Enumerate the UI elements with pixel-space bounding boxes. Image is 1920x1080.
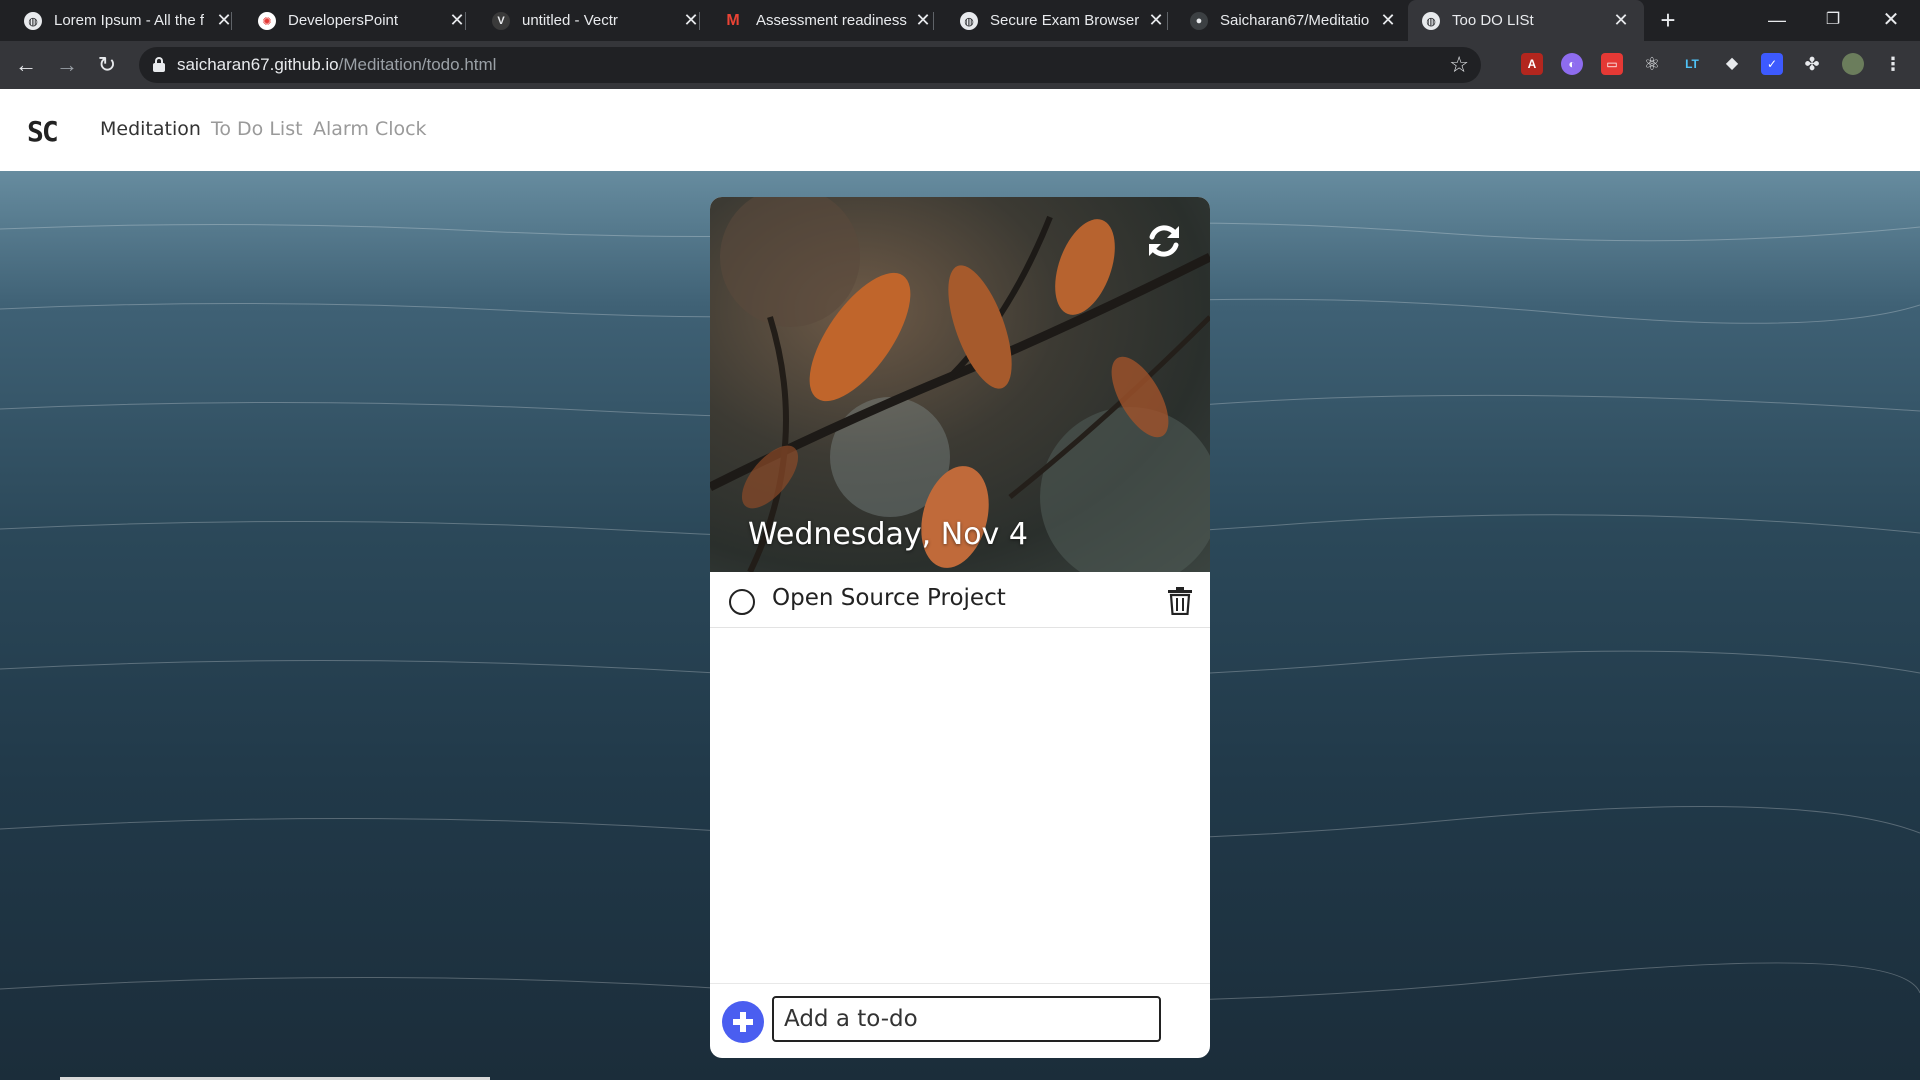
todo-card: Wednesday, Nov 4 Open Source Project xyxy=(710,197,1210,1058)
tab-title: Saicharan67/Meditatio xyxy=(1220,12,1370,29)
globe-icon: ◍ xyxy=(1422,12,1440,30)
url-host: saicharan67.github.io xyxy=(177,55,339,74)
extensions-puzzle-icon[interactable]: ✤ xyxy=(1801,53,1823,75)
header-image: Wednesday, Nov 4 xyxy=(710,197,1210,572)
close-tab-icon[interactable]: ✕ xyxy=(1378,10,1398,30)
extension-icon[interactable]: ▭ xyxy=(1601,53,1623,75)
browser-tab-bar: ◍ Lorem Ipsum - All the f ✕ ✺ Developers… xyxy=(0,0,1920,41)
nav-link-meditation[interactable]: Meditation xyxy=(100,118,201,140)
close-tab-icon[interactable]: ✕ xyxy=(1146,10,1166,30)
browser-tab[interactable]: ◍ Secure Exam Browser ✕ xyxy=(934,0,1168,41)
close-tab-icon[interactable]: ✕ xyxy=(913,10,933,30)
browser-tab[interactable]: ● Saicharan67/Meditatio ✕ xyxy=(1168,0,1408,41)
github-icon: ● xyxy=(1190,12,1208,30)
vectr-icon: V xyxy=(492,12,510,30)
todo-checkbox[interactable] xyxy=(729,589,755,615)
react-devtools-icon[interactable]: ⚛ xyxy=(1641,53,1663,75)
forward-button[interactable]: → xyxy=(53,51,81,79)
extension-icon[interactable]: ◆ xyxy=(1721,53,1743,75)
autumn-leaves-image xyxy=(710,197,1210,572)
browser-tab[interactable]: M Assessment readiness ✕ xyxy=(700,0,934,41)
todo-item: Open Source Project xyxy=(710,572,1210,628)
add-todo-bar xyxy=(710,983,1210,1058)
address-bar[interactable]: saicharan67.github.io/Meditation/todo.ht… xyxy=(139,47,1481,83)
browser-tab[interactable]: ✺ DevelopersPoint ✕ xyxy=(232,0,466,41)
browser-tab[interactable]: ◍ Lorem Ipsum - All the f ✕ xyxy=(0,0,232,41)
site-navbar: SC Meditation To Do List Alarm Clock xyxy=(0,89,1920,171)
bookmark-star-icon[interactable]: ☆ xyxy=(1449,52,1469,78)
page-background: SC Meditation To Do List Alarm Clock Wed… xyxy=(0,89,1920,1080)
browser-tab[interactable]: V untitled - Vectr ✕ xyxy=(466,0,700,41)
new-tab-button[interactable]: + xyxy=(1655,7,1681,34)
tab-title: Too DO LISt xyxy=(1452,12,1534,29)
tab-title: DevelopersPoint xyxy=(288,12,399,29)
extension-icon[interactable]: ✓ xyxy=(1761,53,1783,75)
tab-title: Secure Exam Browser xyxy=(990,12,1140,29)
refresh-icon[interactable] xyxy=(1144,221,1184,261)
close-tab-icon[interactable]: ✕ xyxy=(681,10,701,30)
browser-tab-active[interactable]: ◍ Too DO LISt ✕ xyxy=(1408,0,1644,41)
site-logo[interactable]: SC xyxy=(27,115,59,148)
acrobat-extension-icon[interactable]: A xyxy=(1521,53,1543,75)
nav-link-to-do-list[interactable]: To Do List xyxy=(211,118,303,140)
globe-icon: ◍ xyxy=(960,12,978,30)
globe-icon: ◍ xyxy=(24,12,42,30)
tab-title: untitled - Vectr xyxy=(522,12,618,29)
close-window-icon[interactable]: ✕ xyxy=(1876,6,1906,34)
back-button[interactable]: ← xyxy=(12,51,40,79)
minimize-window-icon[interactable]: — xyxy=(1762,6,1792,34)
url-text: saicharan67.github.io/Meditation/todo.ht… xyxy=(177,55,496,75)
url-path: /Meditation/todo.html xyxy=(338,55,497,74)
lock-icon xyxy=(153,57,165,72)
restore-window-icon[interactable]: ❐ xyxy=(1818,6,1848,34)
current-date: Wednesday, Nov 4 xyxy=(748,517,1028,552)
close-tab-icon[interactable]: ✕ xyxy=(447,10,467,30)
todo-item-text: Open Source Project xyxy=(772,585,1006,611)
developerspoint-icon: ✺ xyxy=(258,12,276,30)
profile-avatar[interactable] xyxy=(1842,53,1864,75)
extension-icon[interactable]: ◐ xyxy=(1561,53,1583,75)
gmail-icon: M xyxy=(726,12,740,29)
extension-icon[interactable]: LT xyxy=(1681,53,1703,75)
trash-icon[interactable] xyxy=(1168,587,1192,615)
add-todo-button[interactable] xyxy=(722,1001,764,1043)
tab-title: Assessment readiness xyxy=(756,12,907,29)
add-todo-input[interactable] xyxy=(772,996,1161,1042)
nav-link-alarm-clock[interactable]: Alarm Clock xyxy=(313,118,427,140)
browser-menu-icon[interactable]: ⋮ xyxy=(1882,53,1904,75)
browser-toolbar: ← → ↻ saicharan67.github.io/Meditation/t… xyxy=(0,41,1920,89)
close-tab-icon[interactable]: ✕ xyxy=(1611,10,1631,30)
reload-button[interactable]: ↻ xyxy=(93,51,121,79)
tab-title: Lorem Ipsum - All the f xyxy=(54,12,204,29)
